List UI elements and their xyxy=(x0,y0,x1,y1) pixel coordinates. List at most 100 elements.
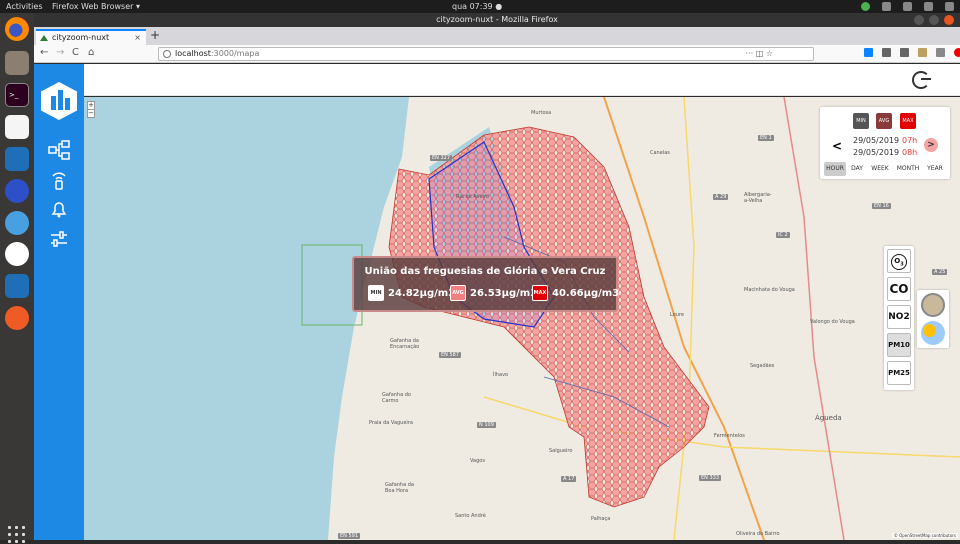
minimize-button[interactable] xyxy=(914,15,924,25)
stat-avg: AVG 26.53µg/m3 xyxy=(450,285,537,301)
map-label: Gafanha do Carmo xyxy=(382,392,411,404)
page-actions[interactable]: ··· ◫ ☆ xyxy=(746,48,773,60)
pollutant-o3[interactable]: O3 xyxy=(887,249,911,273)
app-menu[interactable]: Firefox Web Browser ▾ xyxy=(52,0,140,13)
network-icon[interactable] xyxy=(48,140,70,160)
clock[interactable]: qua 07:39 ● xyxy=(452,0,502,13)
map-label: Canelas xyxy=(650,150,670,156)
network-icon[interactable] xyxy=(903,2,912,11)
window-title: cityzoom-nuxt - Mozilla Firefox xyxy=(34,13,960,27)
granularity-month[interactable]: MONTH xyxy=(894,162,922,176)
map-label: Praia da Vagueira xyxy=(369,420,413,426)
dock: >_ xyxy=(0,13,34,543)
tab-cityzoom[interactable]: cityzoom-nuxt × xyxy=(36,29,146,45)
settings-icon[interactable] xyxy=(882,2,891,11)
road-label: EN 591 xyxy=(338,533,361,539)
close-window-button[interactable] xyxy=(944,15,954,25)
road-label: EN 587 xyxy=(439,352,462,358)
sliders-icon[interactable] xyxy=(48,229,70,249)
extension-icon[interactable] xyxy=(936,48,945,57)
map-label: Gafanha da Boa Hora xyxy=(385,482,414,494)
granularity-hour[interactable]: HOUR xyxy=(824,162,846,176)
pollutant-no2[interactable]: NO2 xyxy=(887,305,911,329)
activities-button[interactable]: Activities xyxy=(6,0,43,13)
map-label: Ria de Aveiro xyxy=(456,194,489,200)
max-value: 40.66µg/m3 xyxy=(552,287,620,299)
logout-icon[interactable] xyxy=(912,71,931,89)
road-label: N 109 xyxy=(477,422,496,428)
files-icon[interactable] xyxy=(5,51,29,75)
site-info-icon[interactable] xyxy=(163,50,171,58)
map-label: Palhaça xyxy=(591,516,611,522)
maximize-button[interactable] xyxy=(929,15,939,25)
opera-icon[interactable] xyxy=(954,48,960,57)
prev-period-button[interactable]: < xyxy=(832,139,842,153)
favicon-icon xyxy=(40,35,48,41)
max-toggle[interactable]: MAX xyxy=(900,113,916,129)
tab-close-icon[interactable]: × xyxy=(134,31,141,44)
home-button[interactable]: ⌂ xyxy=(88,47,94,58)
firefox-icon[interactable] xyxy=(5,17,29,41)
tooltip-title: União das freguesias de Glória e Vera Cr… xyxy=(364,266,606,277)
map-label: Macinhata do Vouga xyxy=(744,287,795,293)
pollutant-pm10[interactable]: PM10 xyxy=(887,333,911,357)
map-label: Oliveira do Bairro xyxy=(736,531,780,537)
tab-bar: cityzoom-nuxt × + xyxy=(34,27,960,45)
bell-icon[interactable] xyxy=(48,199,70,219)
nav-bar: ← → C ⌂ localhost:3000/mapa ··· ◫ ☆ xyxy=(34,45,960,63)
min-toggle[interactable]: MIN xyxy=(853,113,869,129)
cityzoom-logo[interactable] xyxy=(41,82,77,120)
vscode-icon[interactable] xyxy=(5,274,29,298)
next-period-button[interactable]: > xyxy=(924,138,938,152)
road-label: A 17 xyxy=(561,476,577,482)
weather-layer-icon[interactable] xyxy=(921,321,945,345)
min-value: 24.82µg/m3 xyxy=(388,287,456,299)
date-to: 29/05/2019 xyxy=(853,148,900,157)
map-attribution[interactable]: © OpenStreetMap contributors xyxy=(891,533,958,538)
url-host: localhost xyxy=(175,49,211,58)
map-label: Segadães xyxy=(750,363,775,369)
system-top-bar: Activities Firefox Web Browser ▾ qua 07:… xyxy=(0,0,960,13)
postman-icon[interactable] xyxy=(5,306,29,330)
new-tab-button[interactable]: + xyxy=(150,28,160,42)
download-icon[interactable] xyxy=(864,48,873,57)
text-editor-icon[interactable] xyxy=(5,115,29,139)
pollutant-co[interactable]: CO xyxy=(887,277,911,301)
road-label: EN 327 xyxy=(430,155,453,161)
terminal-icon[interactable]: >_ xyxy=(5,83,29,107)
chrome-icon[interactable] xyxy=(861,2,870,11)
road-line xyxy=(673,97,695,540)
show-applications-icon[interactable] xyxy=(8,526,26,544)
browser-icon[interactable] xyxy=(5,179,29,203)
reload-button[interactable]: C xyxy=(72,47,79,58)
url-bar[interactable]: localhost:3000/mapa ··· ◫ ☆ xyxy=(158,47,814,61)
road-label: A 29 xyxy=(713,194,729,200)
power-icon[interactable] xyxy=(945,2,954,11)
map-label: Gafanha da Encarnação xyxy=(390,338,420,350)
extension-icon[interactable] xyxy=(918,48,927,57)
tab-title: cityzoom-nuxt xyxy=(52,33,110,42)
granularity-day[interactable]: DAY xyxy=(848,162,866,176)
mongodb-icon[interactable] xyxy=(5,242,29,266)
hour-from: 07h xyxy=(902,136,918,145)
map-label: Loure xyxy=(670,312,684,318)
avg-badge: AVG xyxy=(450,285,466,301)
vscode-icon[interactable] xyxy=(5,147,29,171)
traffic-layer-icon[interactable] xyxy=(921,293,945,317)
road-label: A 25 xyxy=(932,269,948,275)
pollutant-pm25[interactable]: PM25 xyxy=(887,361,911,385)
granularity-week[interactable]: WEEK xyxy=(868,162,892,176)
sidebar-toggle-icon[interactable] xyxy=(900,48,909,57)
forward-button[interactable]: → xyxy=(56,47,64,58)
library-icon[interactable] xyxy=(882,48,891,57)
back-button[interactable]: ← xyxy=(40,47,48,58)
app-header xyxy=(84,64,960,96)
zoom-out-button[interactable]: − xyxy=(87,109,95,118)
date-from: 29/05/2019 xyxy=(853,136,900,145)
map-label: Vagos xyxy=(470,458,485,464)
browser-icon[interactable] xyxy=(5,211,29,235)
volume-icon[interactable] xyxy=(924,2,933,11)
sensor-icon[interactable] xyxy=(48,170,70,190)
granularity-year[interactable]: YEAR xyxy=(924,162,946,176)
avg-toggle[interactable]: AVG xyxy=(876,113,892,129)
